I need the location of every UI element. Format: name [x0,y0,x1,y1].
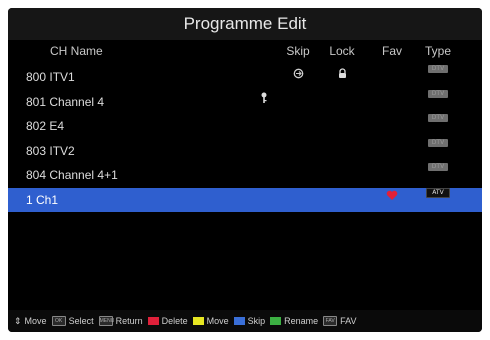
ok-key-icon: OK [51,316,66,326]
footer-rename: Rename [270,316,318,326]
lock-cell [324,139,360,155]
header-type: Type [424,44,451,58]
footer-fav-label: FAV [340,316,357,326]
skip-cell [280,163,316,179]
channel-name: 802 E4 [26,119,65,133]
footer-return-label: Return [115,316,143,326]
lock-cell [324,188,360,204]
skip-cell [280,114,316,130]
footer-skip: Skip [233,316,266,326]
header-fav: Fav [381,44,402,58]
footer-move-nav: ⇕ Move [14,316,47,327]
channel-row[interactable]: 802 E4 DTV [8,114,482,138]
column-header: CH Name Skip Lock Fav Type [8,44,482,62]
type-badge: DTV [428,89,448,98]
channel-row[interactable]: 803 ITV2 DTV [8,138,482,163]
channel-name: 801 Channel 4 [26,94,105,109]
channel-row[interactable]: 804 Channel 4+1 DTV [8,163,482,187]
footer-fav: FAV FAV [323,316,357,326]
type-badge: DTV [428,163,448,171]
footer-select-label: Select [68,316,94,326]
skip-cell [280,90,316,106]
fav-cell [374,139,410,155]
type-cell: DTV [416,89,460,106]
footer-skip-label: Skip [247,316,266,326]
fav-key-icon: FAV [323,316,338,326]
footer-move: Move [192,316,229,326]
lock-cell [324,163,360,179]
channel-row[interactable]: 800 ITV1 DTV [8,65,482,89]
footer-select: OK Select [51,316,94,326]
type-badge: DTV [428,65,448,73]
footer-return: MENU Return [98,316,143,326]
type-cell: DTV [416,65,460,81]
channel-name: 803 ITV2 [26,143,75,158]
fav-cell [374,163,410,179]
type-badge: ATV [426,187,450,198]
skip-cell [280,139,316,155]
blue-key-icon [233,317,245,325]
header-lock: Lock [329,44,355,58]
footer-move-label: Move [206,316,229,326]
footer-rename-label: Rename [284,316,319,326]
type-cell: ATV [416,187,460,204]
skip-cell [280,188,316,204]
type-badge: DTV [428,114,448,122]
page-title: Programme Edit [8,8,482,40]
programme-edit-screen: Programme Edit CH Name Skip Lock Fav Typ… [8,8,482,332]
header-skip: Skip [286,44,310,58]
fav-cell [374,114,410,130]
footer-delete-label: Delete [161,316,188,326]
menu-key-icon: MENU [98,316,115,326]
type-cell: DTV [416,138,460,155]
green-key-icon [270,317,282,325]
type-cell: DTV [416,114,460,130]
up-down-arrows-icon: ⇕ [14,315,22,326]
lock-cell [324,90,360,106]
lock-cell [324,114,360,130]
red-key-icon [147,317,159,325]
type-badge: DTV [428,138,448,147]
footer-delete: Delete [147,316,188,326]
footer-move-nav-label: Move [24,316,47,326]
type-cell: DTV [416,163,460,179]
channel-name: 1 Ch1 [26,192,59,207]
channel-row[interactable]: 801 Channel 4 DTV [8,89,482,114]
fav-cell [374,65,410,81]
header-ch-name: CH Name [50,44,103,58]
heart-icon [374,188,410,204]
fav-cell [374,90,410,106]
channel-name: 804 Channel 4+1 [26,168,118,182]
footer-help-bar: ⇕ Move OK Select MENU Return Delete Move… [8,310,482,332]
lock-icon [324,65,360,81]
channel-name: 800 ITV1 [26,70,75,84]
key-icon [246,90,282,106]
channel-row[interactable]: 1 Ch1 ATV [8,187,482,212]
yellow-key-icon [192,317,204,325]
skip-icon [280,65,316,81]
channel-list: 800 ITV1 DTV 801 Channel 4 DTV 802 E4 DTV 803 … [8,65,482,212]
